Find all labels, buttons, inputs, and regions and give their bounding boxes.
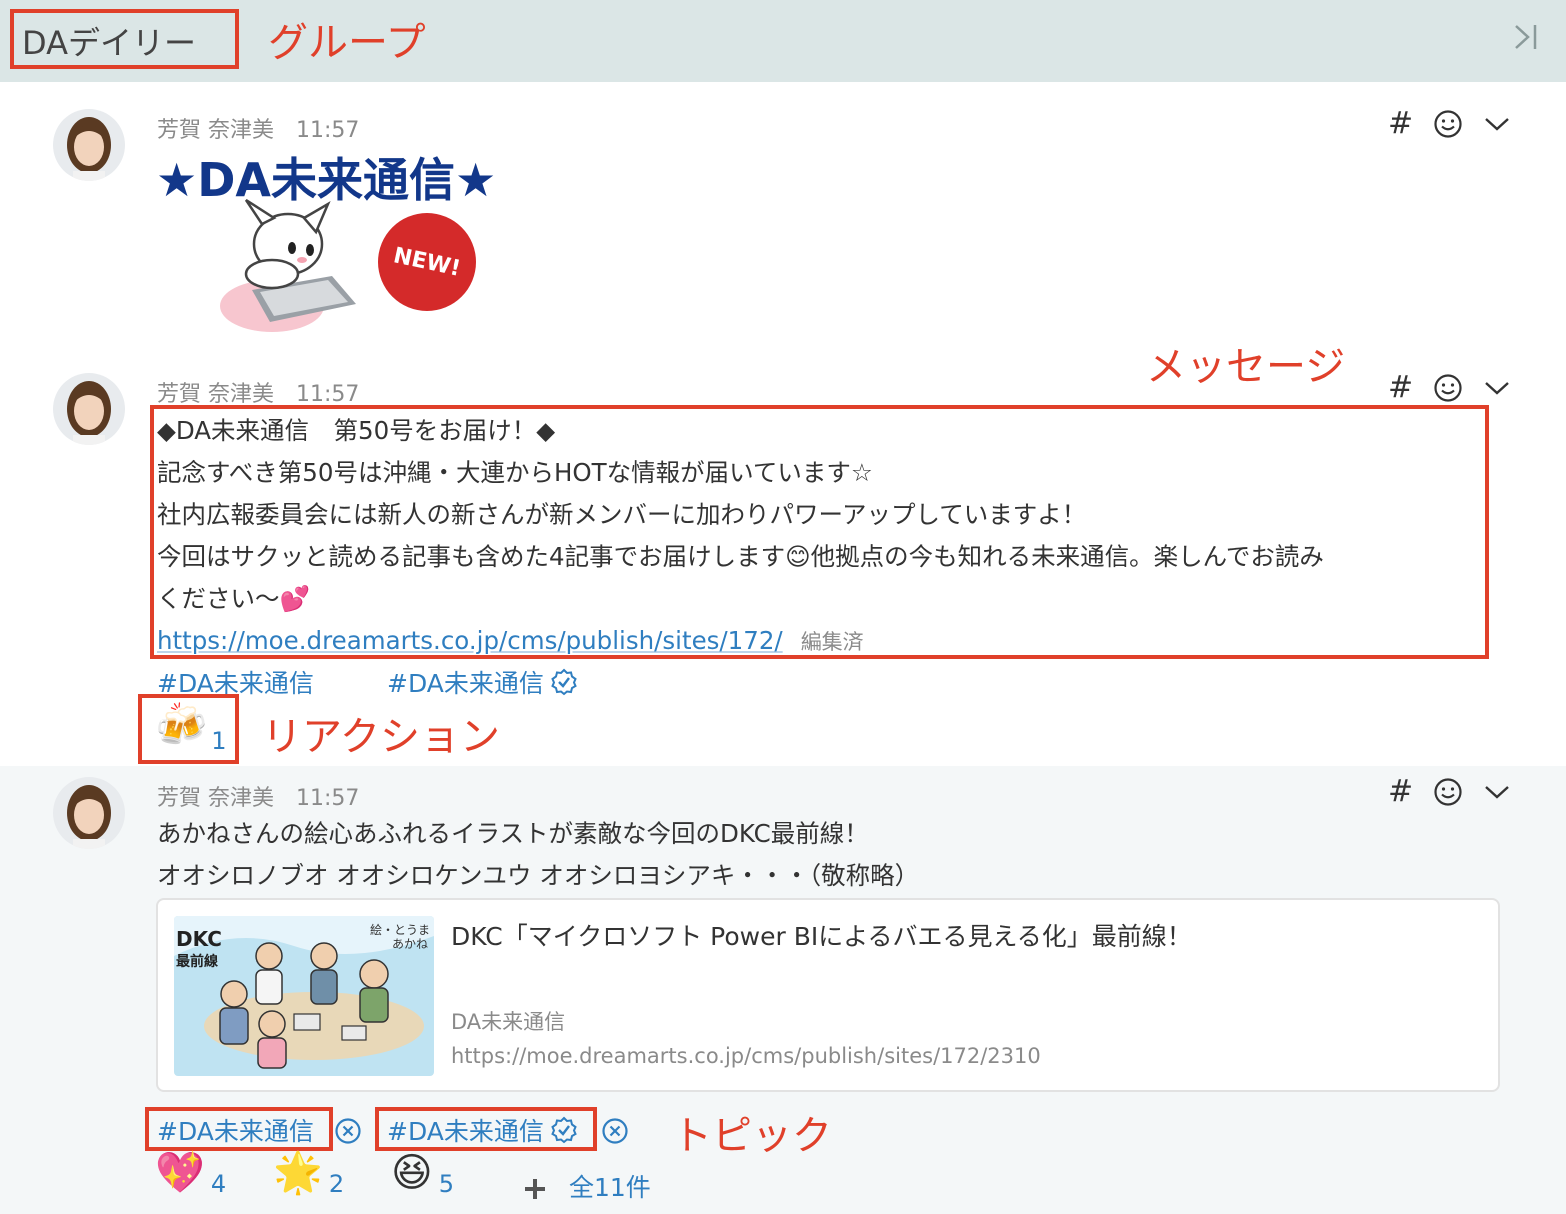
smiley-icon[interactable] [1433, 109, 1463, 139]
message-meta: 芳賀 奈津美 11:57 [157, 780, 359, 812]
link-preview-thumbnail[interactable]: DKC 最前線 絵・とうま あかね [174, 916, 434, 1076]
link-preview-url[interactable]: https://moe.dreamarts.co.jp/cms/publish/… [451, 1044, 1041, 1068]
beer-icon: 🍻 [155, 700, 208, 749]
verified-check-icon [551, 1116, 577, 1144]
message-actions: # [1388, 370, 1511, 405]
annotation-reaction-label: リアクション [262, 714, 500, 760]
sparkling-heart-icon: 💖 [155, 1150, 205, 1196]
topic-tag-verified[interactable]: #DA未来通信 [387, 664, 578, 700]
svg-text:最前線: 最前線 [176, 953, 218, 970]
laughing-face-icon: 😆 [391, 1150, 433, 1196]
collapse-right-icon[interactable] [1512, 22, 1540, 52]
chevron-down-icon[interactable] [1483, 782, 1511, 802]
message-line: 社内広報委員会には新人の新さんが新メンバーに加わりパワーアップしていますよ！ [157, 500, 1087, 529]
avatar[interactable] [53, 777, 125, 849]
message-time: 11:57 [296, 118, 360, 143]
link-preview-site: DA未来通信 [451, 1010, 566, 1034]
reaction-count: 5 [438, 1170, 454, 1198]
annotation-topic-label: トピック [672, 1113, 832, 1159]
message-time: 11:57 [296, 382, 360, 407]
reaction-item[interactable]: 💖 4 [155, 1148, 226, 1198]
reaction-item[interactable]: 😆 5 [391, 1148, 454, 1198]
hashtag-icon[interactable]: # [1388, 106, 1413, 141]
svg-text:DKC: DKC [176, 927, 222, 951]
chevron-down-icon[interactable] [1483, 378, 1511, 398]
svg-text:あかね: あかね [392, 937, 428, 951]
avatar[interactable] [53, 109, 125, 181]
chevron-down-icon[interactable] [1483, 114, 1511, 134]
topic-tag-label: #DA未来通信 [387, 669, 544, 698]
reaction-item[interactable]: 🍻 1 [155, 699, 227, 755]
message-line: オオシロノブオ オオシロケンユウ オオシロヨシアキ・・・（敬称略） [157, 861, 920, 890]
svg-text:絵・とうま: 絵・とうま [370, 922, 430, 937]
verified-check-icon [551, 668, 577, 696]
message-line: 記念すべき第50号は沖縄・大連からHOTな情報が届いています☆ [157, 458, 873, 487]
all-reactions-link[interactable]: 全11件 [569, 1168, 651, 1204]
topic-tag-label: #DA未来通信 [157, 1117, 314, 1146]
topic-tag[interactable]: #DA未来通信 [157, 1112, 314, 1148]
message-link[interactable]: https://moe.dreamarts.co.jp/cms/publish/… [157, 626, 783, 655]
message-line: ください〜💕 [157, 584, 311, 613]
new-badge: NEW! [378, 213, 476, 311]
message-meta: 芳賀 奈津美 11:57 [157, 112, 359, 144]
message-line: ◆DA未来通信 第50号をお届け！◆ [157, 416, 556, 445]
avatar[interactable] [53, 373, 125, 445]
mascot-illustration [220, 198, 356, 332]
message-time: 11:57 [296, 786, 360, 811]
message-body: ◆DA未来通信 第50号をお届け！◆ 記念すべき第50号は沖縄・大連からHOTな… [157, 410, 1324, 663]
annotation-group-box [10, 9, 239, 69]
author-name[interactable]: 芳賀 奈津美 [157, 382, 274, 407]
annotation-group-label: グループ [268, 20, 426, 66]
edited-label: 編集済 [800, 630, 864, 654]
reaction-count: 2 [328, 1170, 345, 1198]
message-line: 今回はサクッと読める記事も含めた4記事でお届けします😊他拠点の今も知れる未来通信… [157, 542, 1324, 571]
smiley-icon[interactable] [1433, 373, 1463, 403]
author-name[interactable]: 芳賀 奈津美 [157, 118, 274, 143]
reaction-count: 4 [210, 1170, 227, 1198]
author-name[interactable]: 芳賀 奈津美 [157, 786, 274, 811]
hashtag-icon[interactable]: # [1388, 774, 1413, 809]
glowing-star-icon: 🌟 [273, 1150, 323, 1196]
message-actions: # [1388, 774, 1511, 809]
topic-tag-verified[interactable]: #DA未来通信 [387, 1112, 578, 1148]
topic-tag-label: #DA未来通信 [387, 1117, 544, 1146]
message-meta: 芳賀 奈津美 11:57 [157, 376, 359, 408]
plus-icon[interactable] [522, 1176, 548, 1202]
reaction-item[interactable]: 🌟 2 [273, 1148, 344, 1198]
remove-circle-icon[interactable] [601, 1117, 629, 1145]
remove-circle-icon[interactable] [334, 1117, 362, 1145]
message-line: あかねさんの絵心あふれるイラストが素敵な今回のDKC最前線！ [157, 819, 869, 848]
smiley-icon[interactable] [1433, 777, 1463, 807]
message-body: あかねさんの絵心あふれるイラストが素敵な今回のDKC最前線！ オオシロノブオ オ… [157, 813, 919, 897]
annotation-message-label: メッセージ [1146, 344, 1346, 390]
message-actions: # [1388, 106, 1511, 141]
link-preview-title[interactable]: DKC「マイクロソフト Power BIによるバエる見える化」最前線！ [451, 917, 1192, 953]
new-badge-label: NEW! [391, 242, 463, 282]
reaction-count: 1 [211, 727, 227, 755]
hashtag-icon[interactable]: # [1388, 370, 1413, 405]
